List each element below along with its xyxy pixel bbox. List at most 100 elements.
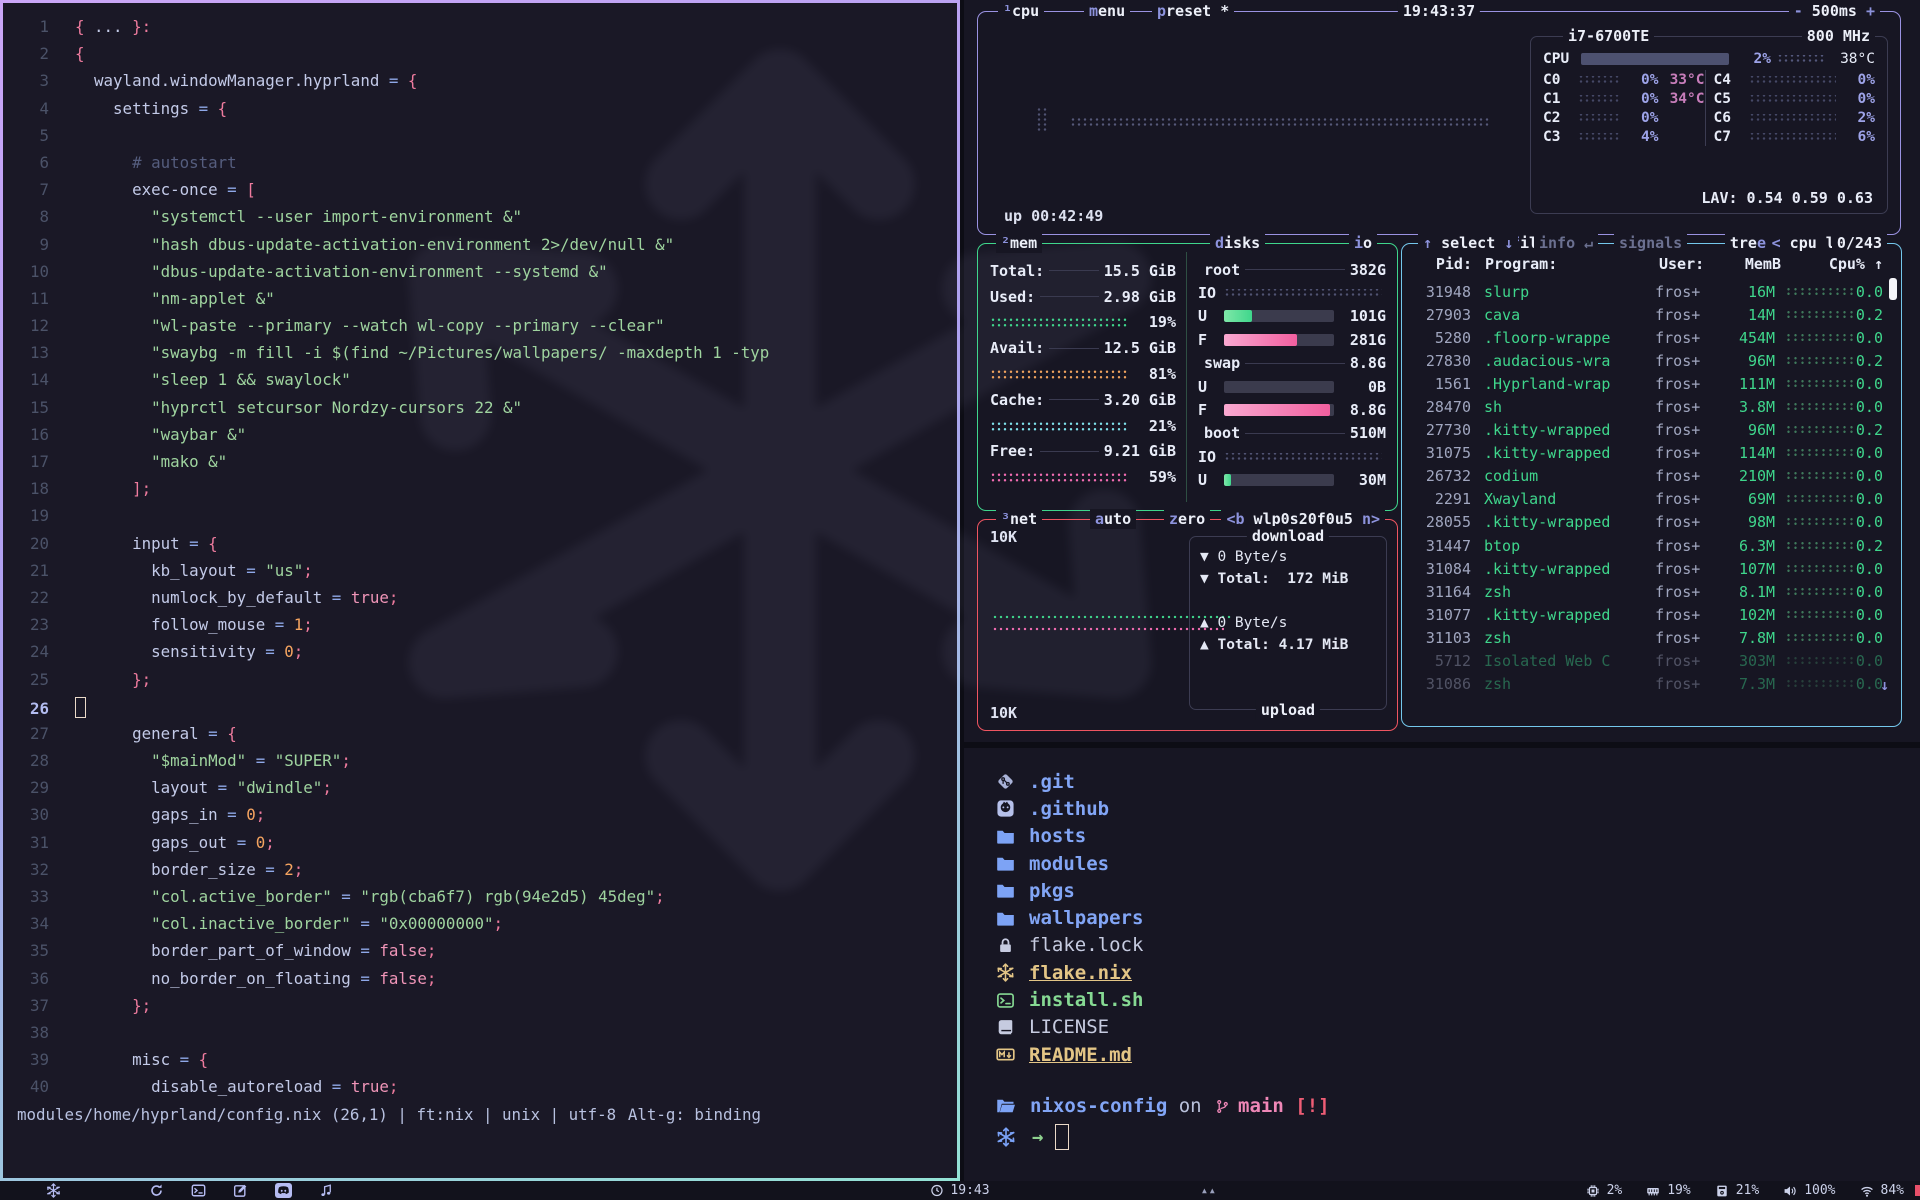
- editor-line[interactable]: 6 # autostart: [3, 149, 951, 176]
- editor-line[interactable]: 21 kb_layout = "us";: [3, 557, 951, 584]
- proc-scrollbar-thumb[interactable]: [1889, 278, 1897, 300]
- editor-line[interactable]: 13 "swaybg -m fill -i $(find ~/Pictures/…: [3, 339, 951, 366]
- editor-line[interactable]: 9 "hash dbus-update-activation-environme…: [3, 231, 951, 258]
- process-row[interactable]: 2291Xwaylandfros+69M0.0: [1410, 488, 1883, 511]
- process-row[interactable]: 26732codiumfros+210M0.0: [1410, 465, 1883, 488]
- editor-line[interactable]: 14 "sleep 1 && swaylock": [3, 366, 951, 393]
- file-item: hosts: [996, 823, 1143, 850]
- editor-line[interactable]: 16 "waybar &": [3, 421, 951, 448]
- process-row[interactable]: 28055.kitty-wrappedfros+98M0.0: [1410, 511, 1883, 534]
- preset-button[interactable]: preset *: [1152, 1, 1234, 21]
- process-row[interactable]: 31103zshfros+7.8M0.0: [1410, 626, 1883, 649]
- editor-line[interactable]: 18 ];: [3, 475, 951, 502]
- nixos-logo-icon[interactable]: [46, 1183, 61, 1198]
- process-row[interactable]: 5280.floorp-wrappefros+454M0.0: [1410, 326, 1883, 349]
- editor-line[interactable]: 2{: [3, 40, 951, 67]
- editor-line[interactable]: 10 "dbus-update-activation-environment -…: [3, 258, 951, 285]
- ram-module[interactable]: 19%: [1646, 1183, 1690, 1198]
- disk-module[interactable]: 21%: [1715, 1183, 1759, 1198]
- menu-button[interactable]: menu: [1084, 1, 1130, 21]
- process-row[interactable]: 31447btopfros+6.3M0.2: [1410, 534, 1883, 557]
- editor-line[interactable]: 30 gaps_in = 0;: [3, 801, 951, 828]
- cpu-core-grid: C00%33°CC40%C10%34°CC50%C20%C62%C34%C76%: [1543, 70, 1875, 146]
- editor-line[interactable]: 25 };: [3, 666, 951, 693]
- editor-line[interactable]: 4 settings = {: [3, 95, 951, 122]
- editor-line[interactable]: 32 border_size = 2;: [3, 856, 951, 883]
- workspace-edit[interactable]: [233, 1183, 248, 1198]
- editor-line[interactable]: 40 disable_autoreload = true;: [3, 1073, 951, 1100]
- chip-module[interactable]: 2%: [1586, 1183, 1623, 1198]
- net-zero-button[interactable]: zero: [1164, 509, 1210, 529]
- info-control[interactable]: info ↵: [1534, 233, 1598, 253]
- workspace-terminal[interactable]: [191, 1183, 206, 1198]
- editor-line[interactable]: 33 "col.active_border" = "rgb(cba6f7) rg…: [3, 883, 951, 910]
- wifi-icon: [1860, 1184, 1874, 1198]
- editor-line[interactable]: 34 "col.inactive_border" = "0x00000000";: [3, 910, 951, 937]
- editor-line[interactable]: 39 misc = {: [3, 1046, 951, 1073]
- ram-value: 19%: [1667, 1183, 1690, 1198]
- volume-module[interactable]: 100%: [1783, 1183, 1835, 1198]
- git-icon: [996, 772, 1015, 791]
- cpu-tab[interactable]: ¹cpu: [998, 1, 1044, 21]
- terminal-window[interactable]: .git.githubhostsmodulespkgswallpapersfla…: [964, 748, 1920, 1181]
- select-control[interactable]: ↑ select ↓: [1418, 233, 1518, 253]
- io-tab[interactable]: io: [1349, 233, 1377, 253]
- editor-line[interactable]: 19: [3, 502, 951, 529]
- mem-tab[interactable]: ²mem: [996, 233, 1042, 253]
- mem-stat-row: Avail:12.5 GiB: [990, 335, 1176, 361]
- process-row[interactable]: 28470shfros+3.8M0.0: [1410, 395, 1883, 418]
- system-tray[interactable]: ▲▲: [1202, 1186, 1215, 1195]
- editor-line[interactable]: 8 "systemctl --user import-environment &…: [3, 203, 951, 230]
- editor-line[interactable]: 3 wayland.windowManager.hyprland = {: [3, 67, 951, 94]
- process-row[interactable]: 5712Isolated Web Cfros+303M0.0: [1410, 650, 1883, 673]
- process-row[interactable]: 27903cavafros+14M0.2: [1410, 303, 1883, 326]
- net-totals-box: download upload ▼ 0 Byte/s ▼ Total: 172 …: [1189, 536, 1387, 710]
- editor-line[interactable]: 31 gaps_out = 0;: [3, 829, 951, 856]
- cpu-core-row: C34%: [1543, 127, 1705, 146]
- workspace-music[interactable]: [319, 1183, 334, 1198]
- net-tab[interactable]: ³net: [996, 509, 1042, 529]
- editor-line[interactable]: 29 layout = "dwindle";: [3, 774, 951, 801]
- process-row[interactable]: 31075.kitty-wrappedfros+114M0.0: [1410, 442, 1883, 465]
- net-auto-button[interactable]: auto: [1090, 509, 1136, 529]
- process-row[interactable]: 1561.Hyprland-wrapfros+111M0.0: [1410, 372, 1883, 395]
- editor-line[interactable]: 28 "$mainMod" = "SUPER";: [3, 747, 951, 774]
- wifi-module[interactable]: 84%: [1860, 1183, 1904, 1198]
- editor-line[interactable]: 12 "wl-paste --primary --watch wl-copy -…: [3, 312, 951, 339]
- editor-line[interactable]: 24 sensitivity = 0;: [3, 638, 951, 665]
- process-row[interactable]: 31077.kitty-wrappedfros+102M0.0: [1410, 603, 1883, 626]
- disks-tab[interactable]: disks: [1210, 233, 1265, 253]
- editor-line[interactable]: 5: [3, 122, 951, 149]
- editor-window[interactable]: 1{ ... }:2{3 wayland.windowManager.hyprl…: [0, 0, 960, 1181]
- editor-line[interactable]: 11 "nm-applet &": [3, 285, 951, 312]
- editor-line[interactable]: 37 };: [3, 992, 951, 1019]
- editor-line[interactable]: 20 input = {: [3, 530, 951, 557]
- update-interval-control[interactable]: - 500ms +: [1789, 1, 1880, 21]
- editor-line[interactable]: 38: [3, 1019, 951, 1046]
- process-row[interactable]: 31948slurpfros+16M0.0: [1410, 280, 1883, 303]
- workspace-switcher: [149, 1183, 334, 1198]
- process-row[interactable]: 27730.kitty-wrappedfros+96M0.2: [1410, 419, 1883, 442]
- process-row[interactable]: 31164zshfros+8.1M0.0: [1410, 580, 1883, 603]
- editor-line[interactable]: 7 exec-once = [: [3, 176, 951, 203]
- editor-line[interactable]: 23 follow_mouse = 1;: [3, 611, 951, 638]
- editor-line[interactable]: 22 numlock_by_default = true;: [3, 584, 951, 611]
- editor-line[interactable]: 15 "hyprctl setcursor Nordzy-cursors 22 …: [3, 394, 951, 421]
- editor-line[interactable]: 35 border_part_of_window = false;: [3, 937, 951, 964]
- editor-line[interactable]: 17 "mako &": [3, 448, 951, 475]
- editor-line[interactable]: 26: [3, 693, 951, 720]
- btop-monitor-window[interactable]: ¹cpu menu preset * 19:43:37 - 500ms + up…: [964, 0, 1920, 742]
- workspace-discord[interactable]: [275, 1183, 292, 1198]
- signals-control[interactable]: signals: [1614, 233, 1687, 253]
- editor-line[interactable]: 1{ ... }:: [3, 13, 951, 40]
- process-row[interactable]: 31086zshfros+7.3M0.0: [1410, 673, 1883, 696]
- shell-input-line[interactable]: →: [996, 1124, 1069, 1150]
- editor-buffer[interactable]: 1{ ... }:2{3 wayland.windowManager.hyprl…: [3, 13, 951, 1101]
- process-row[interactable]: 27830.audacious-wrafros+96M0.2: [1410, 349, 1883, 372]
- workspace-refresh[interactable]: [149, 1183, 164, 1198]
- clock-module[interactable]: 19:43: [930, 1183, 989, 1198]
- tree-toggle[interactable]: tree: [1725, 233, 1771, 253]
- editor-line[interactable]: 27 general = {: [3, 720, 951, 747]
- process-row[interactable]: 31084.kitty-wrappedfros+107M0.0: [1410, 557, 1883, 580]
- editor-line[interactable]: 36 no_border_on_floating = false;: [3, 965, 951, 992]
